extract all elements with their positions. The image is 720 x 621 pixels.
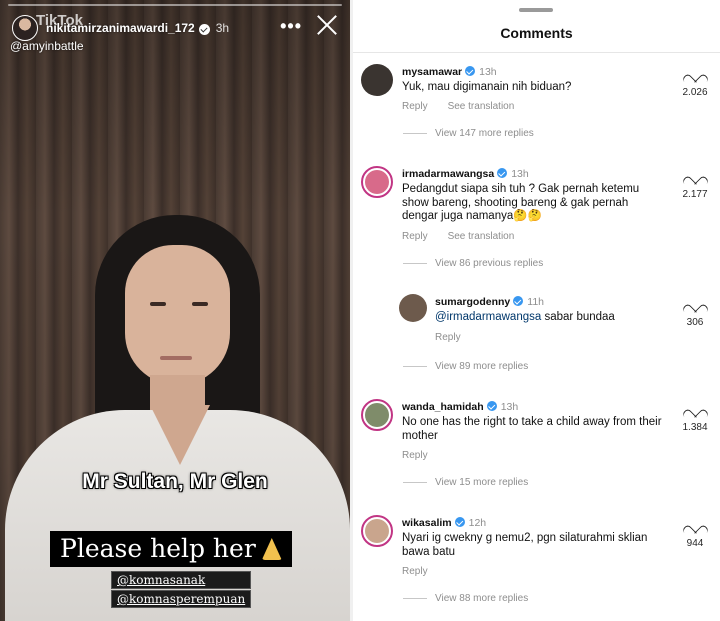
comment-text: @irmadarmawangsa sabar bundaa [435, 311, 665, 325]
story-time: 3h [215, 21, 230, 35]
story-avatar[interactable] [12, 15, 38, 41]
verified-icon [497, 168, 508, 178]
heart-icon[interactable] [688, 171, 702, 184]
tiktok-handle: @amyinbattle [10, 39, 84, 53]
story-video[interactable]: TikTok nikitamirzanimawardi_172 3h ••• @… [0, 0, 350, 621]
story-header: nikitamirzanimawardi_172 3h ••• [12, 14, 338, 42]
comment-actions: Reply See translation [402, 101, 514, 112]
reply-button[interactable]: Reply [402, 450, 428, 461]
comment-time: 12h [468, 517, 487, 529]
mention-sticker[interactable]: @komnasperempuan [111, 590, 252, 608]
view-replies-text: View 89 more replies [435, 361, 529, 372]
view-replies-link[interactable]: View 88 more replies [403, 593, 528, 604]
more-options-icon[interactable]: ••• [280, 16, 302, 37]
heart-icon[interactable] [688, 404, 702, 417]
view-replies-link[interactable]: View 15 more replies [403, 477, 528, 488]
comments-panel: Comments mysamawar 13h Yuk, mau digimanai… [353, 0, 720, 621]
comment-header: mysamawar 13h [402, 65, 497, 78]
comment-actions: Reply [435, 332, 461, 343]
view-replies-text: View 86 previous replies [435, 258, 544, 269]
view-replies-text: View 147 more replies [435, 128, 534, 139]
like-control: 944 [680, 520, 710, 549]
avatar[interactable] [361, 399, 393, 431]
verified-icon [454, 517, 465, 527]
story-mentions: @komnasanak @komnasperempuan [111, 571, 252, 609]
avatar[interactable] [399, 294, 427, 322]
mention-sticker[interactable]: @komnasanak [111, 571, 252, 589]
comment-username[interactable]: sumargodenny [435, 296, 510, 308]
comment-body: sabar bundaa [544, 311, 615, 323]
close-icon[interactable] [316, 14, 338, 36]
praying-hands-icon [261, 538, 282, 560]
story-progress-bar [8, 4, 342, 6]
comment-mention[interactable]: @irmadarmawangsa [435, 311, 541, 323]
sheet-drag-handle[interactable] [519, 8, 553, 12]
view-replies-link[interactable]: View 147 more replies [403, 128, 534, 139]
reply-button[interactable]: Reply [402, 101, 428, 112]
see-translation-button[interactable]: See translation [448, 231, 515, 242]
view-replies-link[interactable]: View 86 previous replies [403, 258, 543, 269]
video-caption-plea-text: Please help her [60, 534, 256, 563]
comment-header: wikasalim 12h [402, 516, 486, 529]
comment-actions: Reply See translation [402, 231, 514, 242]
comments-title: Comments [500, 25, 573, 41]
video-caption-names: Mr Sultan, Mr Glen [82, 470, 268, 493]
comment-username[interactable]: mysamawar [402, 66, 462, 78]
header-divider [353, 52, 720, 53]
like-count: 306 [686, 317, 704, 328]
avatar[interactable] [361, 64, 393, 96]
view-replies-text: View 88 more replies [435, 593, 529, 604]
verified-icon [198, 23, 210, 35]
heart-icon[interactable] [688, 299, 702, 312]
comment-header: wanda_hamidah 13h [402, 400, 518, 413]
comment-time: 11h [527, 296, 545, 308]
verified-icon [465, 66, 476, 76]
reply-button[interactable]: Reply [402, 566, 428, 577]
comment-text: Yuk, mau digimanain nih biduan? [402, 81, 572, 93]
comment-time: 13h [500, 401, 519, 413]
screenshot-root: TikTok nikitamirzanimawardi_172 3h ••• @… [0, 0, 720, 621]
like-control: 2.177 [680, 171, 710, 200]
like-count: 2.026 [682, 87, 708, 98]
reply-button[interactable]: Reply [402, 231, 428, 242]
like-count: 2.177 [682, 189, 708, 200]
reply-button[interactable]: Reply [435, 332, 461, 343]
avatar[interactable] [361, 515, 393, 547]
comment-header: sumargodenny 11h [435, 295, 544, 308]
comment-time: 13h [479, 66, 497, 78]
comment-text: Pedangdut siapa sih tuh ? Gak pernah ket… [402, 183, 640, 222]
comment-text: Nyari ig cwekny g nemu2, pgn silaturahmi… [402, 532, 648, 558]
video-caption-plea: Please help her [50, 531, 292, 567]
comment-time: 13h [511, 168, 529, 180]
verified-icon [486, 401, 497, 411]
comment-text: No one has the right to take a child awa… [402, 416, 662, 442]
see-translation-button[interactable]: See translation [448, 101, 515, 112]
comment-actions: Reply [402, 450, 428, 461]
comment-username[interactable]: wikasalim [402, 517, 452, 529]
comment-actions: Reply [402, 566, 428, 577]
view-replies-link[interactable]: View 89 more replies [403, 361, 528, 372]
verified-icon [513, 296, 524, 306]
like-control: 2.026 [680, 69, 710, 98]
avatar[interactable] [361, 166, 393, 198]
heart-icon[interactable] [688, 520, 702, 533]
video-person [0, 0, 350, 621]
like-count: 944 [686, 538, 704, 549]
comment-header: irmadarmawangsa 13h [402, 167, 529, 180]
comment-username[interactable]: wanda_hamidah [402, 401, 484, 413]
like-control: 306 [680, 299, 710, 328]
like-count: 1.384 [682, 422, 708, 433]
like-control: 1.384 [680, 404, 710, 433]
heart-icon[interactable] [688, 69, 702, 82]
view-replies-text: View 15 more replies [435, 477, 529, 488]
story-username[interactable]: nikitamirzanimawardi_172 [46, 21, 195, 35]
comment-username[interactable]: irmadarmawangsa [402, 168, 494, 180]
